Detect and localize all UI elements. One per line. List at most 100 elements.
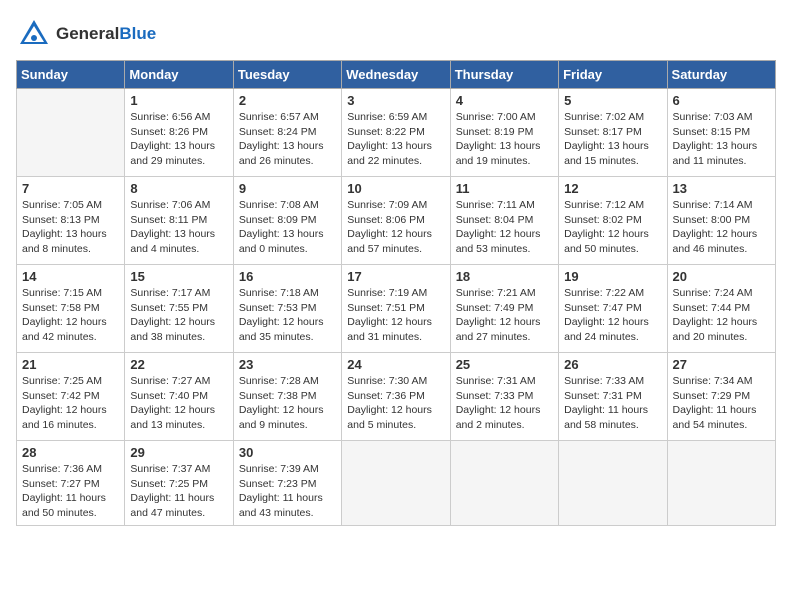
sunset-text: Sunset: 8:24 PM (239, 125, 336, 140)
sunset-text: Sunset: 7:51 PM (347, 301, 444, 316)
calendar-cell: 27 Sunrise: 7:34 AMSunset: 7:29 PMDayligh… (667, 353, 775, 441)
day-info: Sunrise: 7:34 AMSunset: 7:29 PMDaylight:… (673, 374, 770, 433)
daylight-text: Daylight: 13 hours and 29 minutes. (130, 139, 227, 168)
sunset-text: Sunset: 8:09 PM (239, 213, 336, 228)
day-number: 14 (22, 269, 119, 284)
daylight-text: Daylight: 12 hours and 9 minutes. (239, 403, 336, 432)
sunset-text: Sunset: 7:42 PM (22, 389, 119, 404)
day-number: 16 (239, 269, 336, 284)
daylight-text: Daylight: 12 hours and 50 minutes. (564, 227, 661, 256)
daylight-text: Daylight: 13 hours and 19 minutes. (456, 139, 553, 168)
calendar-cell: 1Sunrise: 6:56 AMSunset: 8:26 PMDaylight… (125, 89, 233, 177)
day-number: 8 (130, 181, 227, 196)
day-info: Sunrise: 6:59 AMSunset: 8:22 PMDaylight:… (347, 110, 444, 169)
sunrise-text: Sunrise: 7:34 AM (673, 374, 770, 389)
daylight-text: Daylight: 11 hours and 58 minutes. (564, 403, 661, 432)
sunrise-text: Sunrise: 7:18 AM (239, 286, 336, 301)
day-info: Sunrise: 7:22 AMSunset: 7:47 PMDaylight:… (564, 286, 661, 345)
page-header: GeneralBlue (16, 16, 776, 52)
day-number: 30 (239, 445, 336, 460)
sunset-text: Sunset: 8:11 PM (130, 213, 227, 228)
sunrise-text: Sunrise: 6:59 AM (347, 110, 444, 125)
day-number: 17 (347, 269, 444, 284)
sunset-text: Sunset: 7:29 PM (673, 389, 770, 404)
day-info: Sunrise: 7:06 AMSunset: 8:11 PMDaylight:… (130, 198, 227, 257)
day-number: 10 (347, 181, 444, 196)
calendar-cell: 11Sunrise: 7:11 AMSunset: 8:04 PMDayligh… (450, 177, 558, 265)
sunset-text: Sunset: 7:44 PM (673, 301, 770, 316)
weekday-header-tuesday: Tuesday (233, 61, 341, 89)
daylight-text: Daylight: 12 hours and 20 minutes. (673, 315, 770, 344)
sunset-text: Sunset: 7:47 PM (564, 301, 661, 316)
logo-blue-text: Blue (119, 24, 156, 43)
daylight-text: Daylight: 11 hours and 54 minutes. (673, 403, 770, 432)
sunrise-text: Sunrise: 7:30 AM (347, 374, 444, 389)
weekday-header-sunday: Sunday (17, 61, 125, 89)
day-info: Sunrise: 7:18 AMSunset: 7:53 PMDaylight:… (239, 286, 336, 345)
sunset-text: Sunset: 7:31 PM (564, 389, 661, 404)
daylight-text: Daylight: 12 hours and 13 minutes. (130, 403, 227, 432)
sunset-text: Sunset: 8:04 PM (456, 213, 553, 228)
day-number: 5 (564, 93, 661, 108)
calendar-cell: 21Sunrise: 7:25 AMSunset: 7:42 PMDayligh… (17, 353, 125, 441)
sunset-text: Sunset: 7:27 PM (22, 477, 119, 492)
logo: GeneralBlue (16, 16, 156, 52)
weekday-header-monday: Monday (125, 61, 233, 89)
sunrise-text: Sunrise: 6:57 AM (239, 110, 336, 125)
day-number: 19 (564, 269, 661, 284)
sunrise-text: Sunrise: 7:27 AM (130, 374, 227, 389)
day-info: Sunrise: 7:37 AMSunset: 7:25 PMDaylight:… (130, 462, 227, 521)
sunset-text: Sunset: 7:40 PM (130, 389, 227, 404)
calendar-cell: 17 Sunrise: 7:19 AMSunset: 7:51 PMDayligh… (342, 265, 450, 353)
day-number: 6 (673, 93, 770, 108)
day-number: 21 (22, 357, 119, 372)
sunrise-text: Sunrise: 7:06 AM (130, 198, 227, 213)
sunrise-text: Sunrise: 7:05 AM (22, 198, 119, 213)
day-number: 27 (673, 357, 770, 372)
day-info: Sunrise: 7:02 AMSunset: 8:17 PMDaylight:… (564, 110, 661, 169)
sunset-text: Sunset: 8:22 PM (347, 125, 444, 140)
calendar-cell: 6 Sunrise: 7:03 AMSunset: 8:15 PMDaylight… (667, 89, 775, 177)
day-number: 2 (239, 93, 336, 108)
sunrise-text: Sunrise: 7:31 AM (456, 374, 553, 389)
sunset-text: Sunset: 8:06 PM (347, 213, 444, 228)
sunrise-text: Sunrise: 7:11 AM (456, 198, 553, 213)
day-info: Sunrise: 7:14 AMSunset: 8:00 PMDaylight:… (673, 198, 770, 257)
sunrise-text: Sunrise: 7:08 AM (239, 198, 336, 213)
daylight-text: Daylight: 13 hours and 0 minutes. (239, 227, 336, 256)
weekday-header-wednesday: Wednesday (342, 61, 450, 89)
sunset-text: Sunset: 8:26 PM (130, 125, 227, 140)
day-number: 13 (673, 181, 770, 196)
calendar-cell (17, 89, 125, 177)
daylight-text: Daylight: 12 hours and 42 minutes. (22, 315, 119, 344)
sunrise-text: Sunrise: 7:22 AM (564, 286, 661, 301)
calendar-cell: 30Sunrise: 7:39 AMSunset: 7:23 PMDayligh… (233, 441, 341, 526)
calendar-cell: 5 Sunrise: 7:02 AMSunset: 8:17 PMDaylight… (559, 89, 667, 177)
calendar-cell: 7Sunrise: 7:05 AMSunset: 8:13 PMDaylight… (17, 177, 125, 265)
day-number: 11 (456, 181, 553, 196)
calendar-cell: 9Sunrise: 7:08 AMSunset: 8:09 PMDaylight… (233, 177, 341, 265)
sunrise-text: Sunrise: 7:21 AM (456, 286, 553, 301)
daylight-text: Daylight: 11 hours and 47 minutes. (130, 491, 227, 520)
day-info: Sunrise: 7:31 AMSunset: 7:33 PMDaylight:… (456, 374, 553, 433)
daylight-text: Daylight: 12 hours and 46 minutes. (673, 227, 770, 256)
calendar-cell (342, 441, 450, 526)
day-info: Sunrise: 7:21 AMSunset: 7:49 PMDaylight:… (456, 286, 553, 345)
logo-general-text: General (56, 24, 119, 43)
day-info: Sunrise: 7:19 AMSunset: 7:51 PMDaylight:… (347, 286, 444, 345)
sunset-text: Sunset: 8:00 PM (673, 213, 770, 228)
sunset-text: Sunset: 8:17 PM (564, 125, 661, 140)
calendar-cell: 13 Sunrise: 7:14 AMSunset: 8:00 PMDayligh… (667, 177, 775, 265)
sunrise-text: Sunrise: 7:28 AM (239, 374, 336, 389)
weekday-header-friday: Friday (559, 61, 667, 89)
day-info: Sunrise: 7:15 AMSunset: 7:58 PMDaylight:… (22, 286, 119, 345)
sunrise-text: Sunrise: 6:56 AM (130, 110, 227, 125)
daylight-text: Daylight: 12 hours and 35 minutes. (239, 315, 336, 344)
sunset-text: Sunset: 8:15 PM (673, 125, 770, 140)
day-info: Sunrise: 7:05 AMSunset: 8:13 PMDaylight:… (22, 198, 119, 257)
calendar-cell: 8 Sunrise: 7:06 AMSunset: 8:11 PMDaylight… (125, 177, 233, 265)
day-info: Sunrise: 7:03 AMSunset: 8:15 PMDaylight:… (673, 110, 770, 169)
daylight-text: Daylight: 12 hours and 2 minutes. (456, 403, 553, 432)
sunset-text: Sunset: 7:55 PM (130, 301, 227, 316)
calendar-cell: 19 Sunrise: 7:22 AMSunset: 7:47 PMDayligh… (559, 265, 667, 353)
